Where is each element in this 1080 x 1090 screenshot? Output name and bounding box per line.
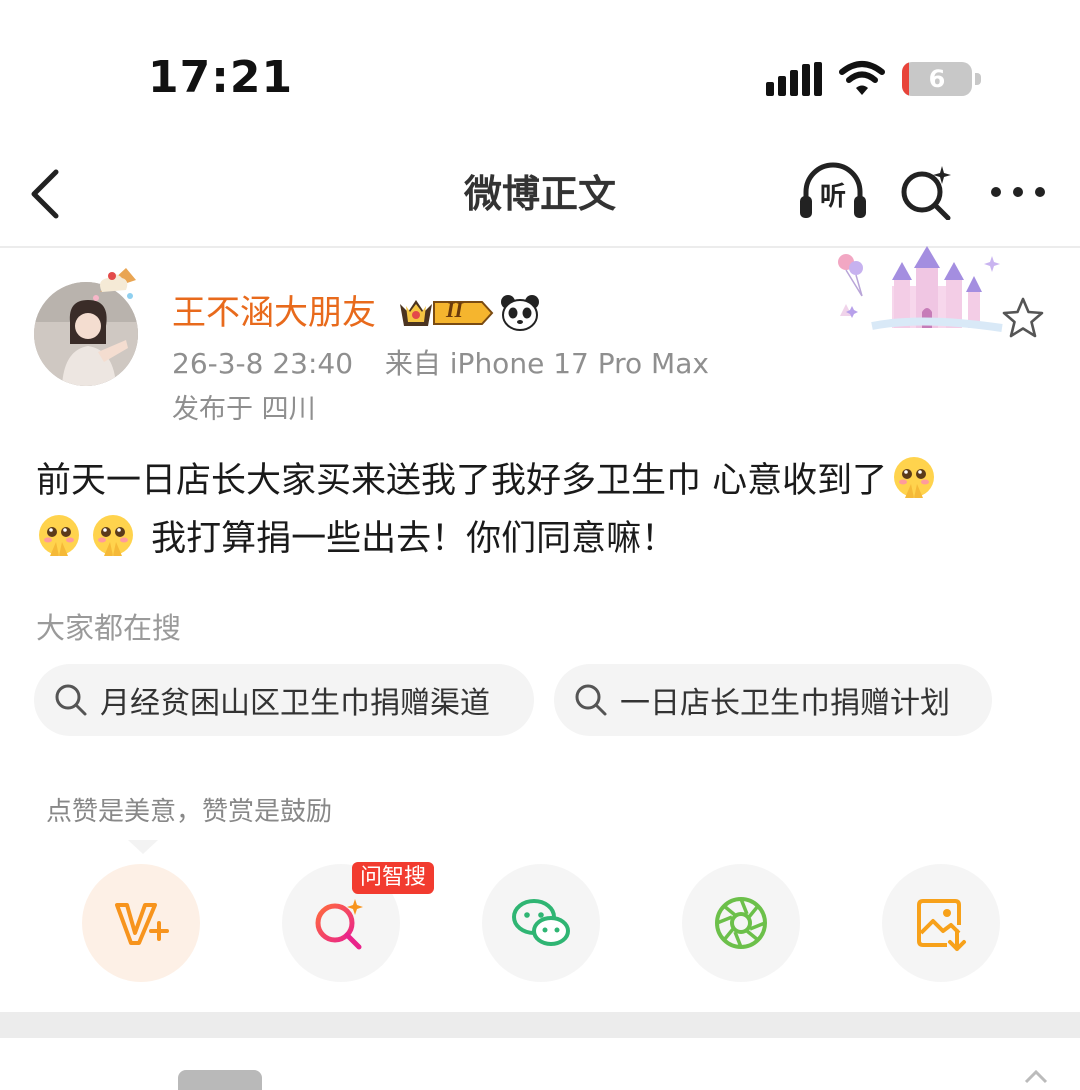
post-location: 发布于 四川: [172, 394, 316, 425]
ai-search-icon[interactable]: [898, 164, 954, 220]
reward-button[interactable]: [82, 864, 200, 982]
hot-search-chip[interactable]: 月经贫困山区卫生巾捐赠渠道: [34, 664, 534, 736]
avatar-ice-cream-decoration-icon: [93, 268, 136, 301]
moments-icon: [715, 897, 767, 949]
save-image-button[interactable]: [882, 864, 1000, 982]
close-icon[interactable]: [1022, 1068, 1050, 1084]
username[interactable]: 王不涵大朋友: [172, 290, 376, 336]
wifi-icon: [839, 61, 885, 95]
post-body-text-1: 前天一日店长大家买来送我了我好多卫生巾 心意收到了: [36, 461, 888, 501]
battery-level: 6: [928, 65, 946, 93]
more-options-icon[interactable]: [990, 176, 1046, 208]
listen-button[interactable]: 听: [798, 162, 868, 222]
post-body-text-2: 我打算捐一些出去！你们同意嘛！: [151, 519, 677, 559]
ai-search-badge: 问智搜: [352, 862, 435, 894]
section-divider: [0, 1012, 1080, 1038]
post-body: 前天一日店长大家买来送我了我好多卫生巾 心意收到了 我打算捐一些出去！你们同意嘛…: [36, 452, 1046, 568]
pleading-emoji-icon: [90, 512, 136, 558]
vip-level-badge[interactable]: II: [398, 294, 494, 332]
listen-label: 听: [820, 182, 847, 212]
post-source[interactable]: 来自 iPhone 17 Pro Max: [385, 347, 709, 380]
pleading-emoji-icon: [36, 512, 82, 558]
post-meta: 26-3-8 23:40 来自 iPhone 17 Pro Max: [172, 344, 709, 384]
next-section-tab[interactable]: [178, 1070, 262, 1090]
status-time: 17:21: [148, 52, 294, 103]
hot-search-chip[interactable]: 一日店长卫生巾捐赠计划: [554, 664, 992, 736]
wechat-icon: [512, 899, 570, 946]
vip-level-text: II: [446, 297, 464, 322]
ai-search-icon: [315, 899, 363, 950]
panda-icon: [501, 295, 539, 331]
favorite-star-icon[interactable]: [1000, 296, 1046, 340]
search-icon: [55, 684, 87, 716]
reward-tip: 点赞是美意，赞赏是鼓励: [46, 797, 333, 827]
pleading-emoji-icon: [891, 454, 937, 500]
hot-search-chip-text: 一日店长卫生巾捐赠计划: [620, 686, 950, 721]
cellular-signal-icon: [766, 62, 822, 96]
search-icon: [575, 684, 607, 716]
tip-arrow: [128, 840, 158, 854]
castle-decoration-icon: [838, 246, 1003, 332]
reward-v-plus-icon: [115, 903, 169, 945]
hot-search-chip-text: 月经贫困山区卫生巾捐赠渠道: [100, 686, 490, 721]
share-wechat-button[interactable]: [482, 864, 600, 982]
save-image-icon: [917, 899, 966, 951]
post-timestamp: 26-3-8 23:40: [172, 347, 354, 380]
share-moments-button[interactable]: [682, 864, 800, 982]
hot-search-title: 大家都在搜: [36, 611, 182, 645]
battery-indicator: 6: [902, 62, 982, 98]
